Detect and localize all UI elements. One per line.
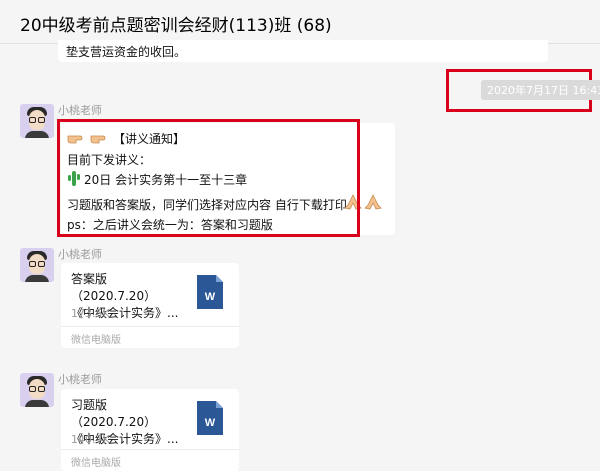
previous-message-bubble[interactable]: 垫支营运资金的收回。 [58,40,548,62]
file-size: 140.7K [71,433,110,446]
notice-highlight-box [57,119,360,237]
sender-name: 小桃老师 [58,373,102,386]
file-source-footer: 微信电脑版 [61,326,239,348]
word-doc-icon: W [197,275,223,309]
timestamp-highlight-box: 2020年7月17日 16:43 [446,69,600,112]
previous-message-text: 垫支营运资金的收回。 [66,45,187,59]
chat-title[interactable]: 20中级考前点题密训会经财(113)班 (68) [20,11,332,36]
chat-header: 20中级考前点题密训会经财(113)班 (68) [0,0,600,44]
file-source-footer: 微信电脑版 [61,449,239,471]
word-doc-icon: W [197,401,223,435]
timestamp: 2020年7月17日 16:43 [481,80,600,100]
svg-text:W: W [205,291,216,303]
svg-text:W: W [205,417,216,429]
file-size: 173.5K [71,307,110,320]
sender-name: 小桃老师 [58,248,102,261]
sender-name: 小桃老师 [58,104,102,117]
avatar[interactable] [20,248,54,282]
avatar[interactable] [20,104,54,138]
avatar[interactable] [20,373,54,407]
praying-hands-icon [364,194,382,210]
file-source: 微信电脑版 [71,458,121,469]
file-source: 微信电脑版 [71,335,121,346]
